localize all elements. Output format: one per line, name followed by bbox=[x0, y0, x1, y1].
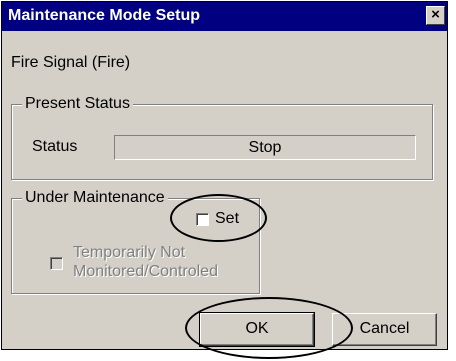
present-status-legend: Present Status bbox=[22, 95, 133, 113]
ok-button[interactable]: OK bbox=[199, 312, 315, 347]
temporarily-not-monitored-label: Temporarily Not Monitored/Controled bbox=[73, 243, 218, 281]
temp-label-line-2: Monitored/Controled bbox=[73, 263, 218, 280]
set-checkbox-label[interactable]: Set bbox=[215, 210, 239, 228]
status-value-field: Stop bbox=[114, 135, 416, 160]
signal-label: Fire Signal (Fire) bbox=[11, 54, 131, 71]
close-icon: × bbox=[431, 6, 440, 23]
temporarily-not-monitored-checkbox[interactable] bbox=[50, 257, 63, 270]
window-title: Maintenance Mode Setup bbox=[8, 7, 201, 24]
set-checkbox[interactable] bbox=[196, 213, 209, 226]
maintenance-mode-dialog: Maintenance Mode Setup × Fire Signal (Fi… bbox=[1, 1, 448, 350]
cancel-button[interactable]: Cancel bbox=[332, 313, 437, 346]
under-maintenance-legend: Under Maintenance bbox=[22, 189, 168, 207]
status-label: Status bbox=[32, 138, 78, 155]
title-bar[interactable]: Maintenance Mode Setup × bbox=[2, 2, 447, 31]
close-button[interactable]: × bbox=[426, 6, 445, 25]
temp-label-line-1: Temporarily Not bbox=[73, 244, 186, 261]
